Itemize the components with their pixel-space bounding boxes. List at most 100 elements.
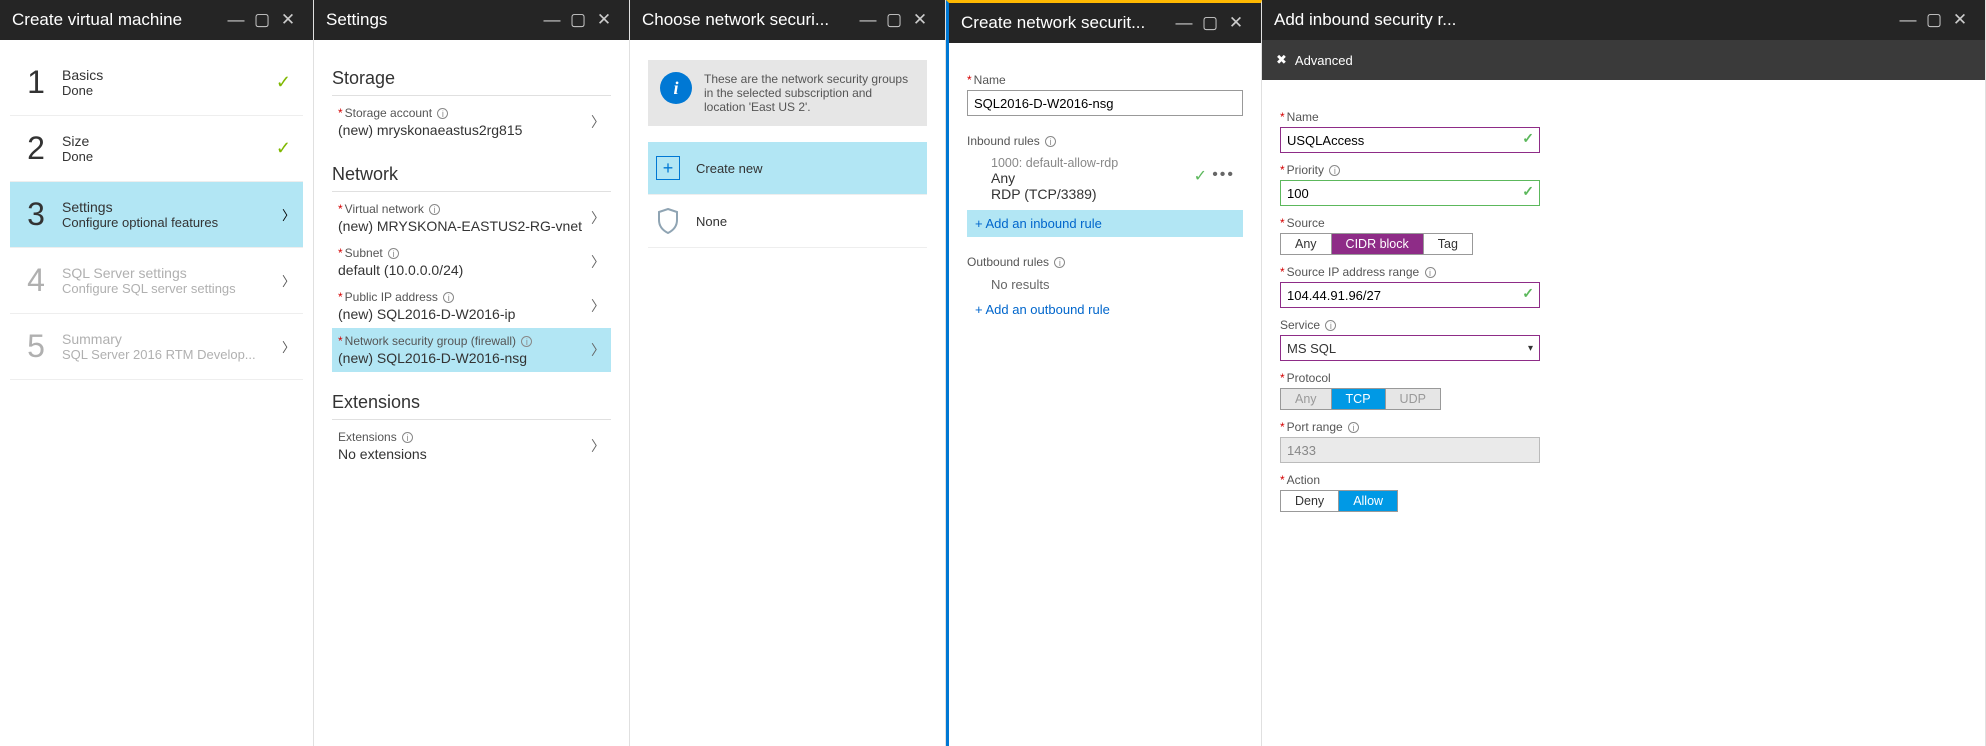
check-icon: ✓ [1522,285,1534,302]
source-range-input[interactable] [1280,282,1540,308]
source-segmented: Any CIDR block Tag [1280,233,1473,255]
info-icon[interactable]: i [429,204,440,215]
more-icon[interactable]: ••• [1212,166,1235,184]
step-subtitle: Done [62,149,276,164]
plus-icon: + [656,156,680,180]
info-icon[interactable]: i [1329,165,1340,176]
maximize-icon[interactable]: ▢ [249,7,275,33]
rule-name-input[interactable] [1280,127,1540,153]
nsg-name-input[interactable] [967,90,1243,116]
chevron-right-icon: 〉 [591,340,605,360]
action-deny[interactable]: Deny [1281,491,1339,511]
close-icon[interactable]: ✕ [591,7,617,33]
rule-name-label: *Name [1280,110,1967,124]
chevron-down-icon: ▾ [1528,343,1533,354]
info-icon[interactable]: i [443,292,454,303]
port-range-input [1280,437,1540,463]
check-icon: ✓ [1194,166,1207,186]
minimize-icon[interactable]: — [855,7,881,33]
setting-public-ip[interactable]: *Public IP address i (new) SQL2016-D-W20… [332,284,611,328]
setting-vnet[interactable]: *Virtual network i (new) MRYSKONA-EASTUS… [332,196,611,240]
close-icon[interactable]: ✕ [907,7,933,33]
action-label: *Action [1280,473,1967,487]
info-icon[interactable]: i [437,108,448,119]
step-title: SQL Server settings [62,265,282,281]
step-subtitle: SQL Server 2016 RTM Develop... [62,347,282,362]
step-title: Settings [62,199,282,215]
info-icon[interactable]: i [388,248,399,259]
no-results: No results [967,269,1243,296]
chevron-right-icon: 〉 [591,112,605,132]
minimize-icon[interactable]: — [1171,10,1197,36]
info-icon[interactable]: i [1054,257,1065,268]
maximize-icon[interactable]: ▢ [565,7,591,33]
check-icon: ✓ [276,138,291,159]
chevron-right-icon: 〉 [591,252,605,272]
chevron-right-icon: 〉 [591,208,605,228]
step-title: Summary [62,331,282,347]
blade-title: Create network securit... [961,13,1171,33]
outbound-rules-header: Outbound rules i [967,255,1243,269]
close-icon[interactable]: ✕ [1223,10,1249,36]
nsg-name-label: *Name [967,73,1243,87]
close-icon[interactable]: ✕ [1947,7,1973,33]
info-icon[interactable]: i [521,336,532,347]
action-allow[interactable]: Allow [1339,491,1397,511]
wrench-icon: ✖ [1276,52,1287,68]
source-label: *Source [1280,216,1967,230]
step-size[interactable]: 2 Size Done ✓ [10,116,303,182]
source-range-label: *Source IP address range i [1280,265,1967,279]
add-outbound-rule[interactable]: + Add an outbound rule [967,296,1243,323]
info-box: i These are the network security groups … [648,60,927,126]
add-inbound-rule[interactable]: + Add an inbound rule [967,210,1243,237]
advanced-toggle[interactable]: ✖ Advanced [1262,40,1985,80]
setting-subnet[interactable]: *Subnet i default (10.0.0.0/24) 〉 [332,240,611,284]
blade-title: Add inbound security r... [1274,10,1895,30]
maximize-icon[interactable]: ▢ [881,7,907,33]
source-any[interactable]: Any [1281,234,1332,254]
create-new-nsg[interactable]: + Create new [648,142,927,195]
info-icon[interactable]: i [402,432,413,443]
step-settings[interactable]: 3 Settings Configure optional features 〉 [10,182,303,248]
service-label: Service i [1280,318,1967,332]
info-icon: i [660,72,692,104]
minimize-icon[interactable]: — [223,7,249,33]
inbound-rule[interactable]: 1000: default-allow-rdp Any RDP (TCP/338… [967,148,1243,210]
step-subtitle: Done [62,83,276,98]
minimize-icon[interactable]: — [1895,7,1921,33]
close-icon[interactable]: ✕ [275,7,301,33]
step-basics[interactable]: 1 Basics Done ✓ [10,50,303,116]
check-icon: ✓ [1522,130,1534,147]
protocol-udp: UDP [1386,389,1440,409]
none-nsg[interactable]: None [648,195,927,248]
protocol-any: Any [1281,389,1332,409]
service-select[interactable]: MS SQL ▾ [1280,335,1540,361]
chevron-right-icon: 〉 [282,337,295,356]
info-icon[interactable]: i [1325,320,1336,331]
blade-add-rule: Add inbound security r... — ▢ ✕ ✖ Advanc… [1262,0,1986,746]
info-icon[interactable]: i [1348,422,1359,433]
protocol-segmented: Any TCP UDP [1280,388,1441,410]
chevron-right-icon: 〉 [591,436,605,456]
setting-extensions[interactable]: Extensions i No extensions 〉 [332,424,611,468]
step-sql-settings: 4 SQL Server settings Configure SQL serv… [10,248,303,314]
maximize-icon[interactable]: ▢ [1921,7,1947,33]
blade-create-nsg: Create network securit... — ▢ ✕ *Name In… [946,0,1262,746]
setting-storage-account[interactable]: *Storage account i (new) mryskonaeastus2… [332,100,611,144]
check-icon: ✓ [1522,183,1534,200]
info-icon[interactable]: i [1045,136,1056,147]
blade-header: Settings — ▢ ✕ [314,0,629,40]
chevron-right-icon: 〉 [282,271,295,290]
blade-header: Add inbound security r... — ▢ ✕ [1262,0,1985,40]
minimize-icon[interactable]: — [539,7,565,33]
protocol-tcp: TCP [1332,389,1386,409]
source-cidr[interactable]: CIDR block [1332,234,1424,254]
blade-header: Create network securit... — ▢ ✕ [949,3,1261,43]
blade-settings: Settings — ▢ ✕ Storage *Storage account … [314,0,630,746]
priority-input[interactable] [1280,180,1540,206]
step-title: Size [62,133,276,149]
info-icon[interactable]: i [1425,267,1436,278]
maximize-icon[interactable]: ▢ [1197,10,1223,36]
setting-nsg[interactable]: *Network security group (firewall) i (ne… [332,328,611,372]
source-tag[interactable]: Tag [1424,234,1472,254]
